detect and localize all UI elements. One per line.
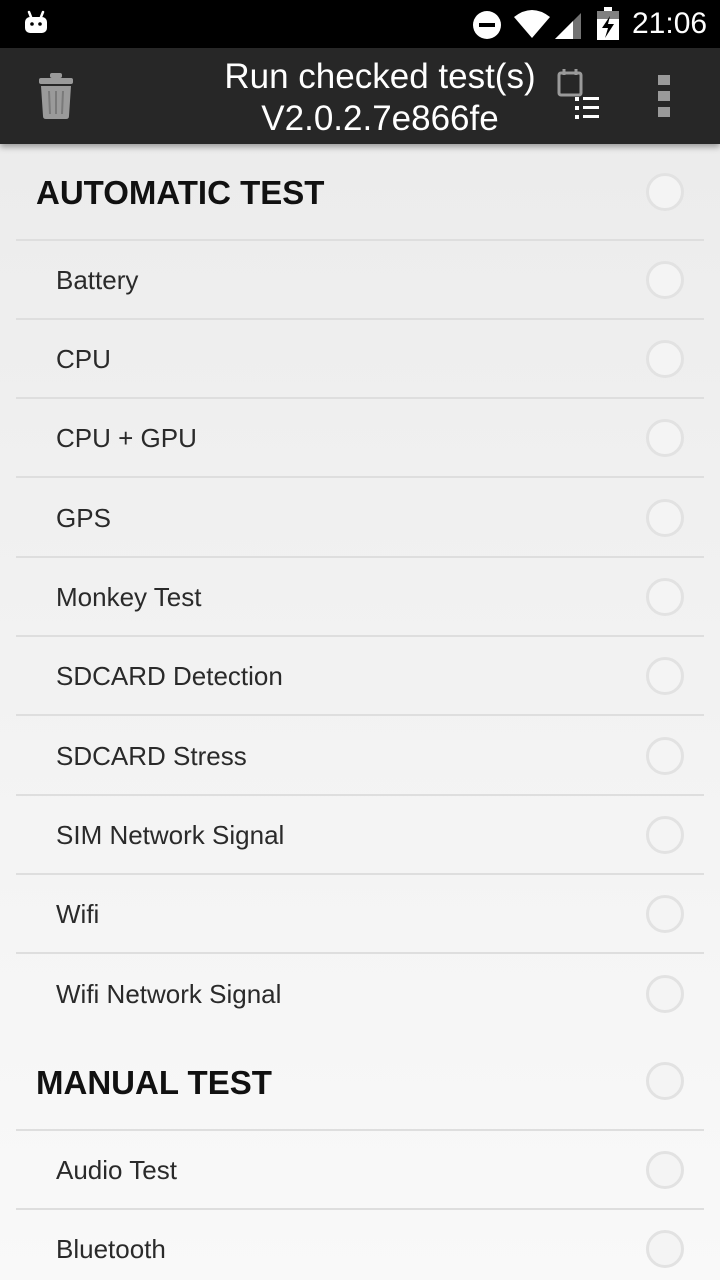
android-icon [25, 10, 47, 33]
test-radio[interactable] [646, 578, 684, 616]
test-radio[interactable] [646, 737, 684, 775]
list-item[interactable]: Battery [16, 241, 704, 320]
more-options-button[interactable] [640, 66, 688, 126]
section-title: AUTOMATIC TEST [36, 174, 325, 211]
list-item[interactable]: CPU + GPU [16, 399, 704, 478]
list-item[interactable]: Wifi Network Signal [16, 954, 704, 1034]
test-list: AUTOMATIC TEST Battery CPU CPU + GPU GPS… [0, 144, 720, 1280]
list-item[interactable]: SDCARD Detection [16, 637, 704, 716]
run-list-icon [557, 69, 599, 119]
list-item[interactable]: Audio Test [16, 1131, 704, 1210]
list-item[interactable]: SDCARD Stress [16, 716, 704, 796]
title-line-2: V2.0.2.7e866fe [261, 99, 499, 138]
test-radio[interactable] [646, 499, 684, 537]
test-label: Audio Test [56, 1155, 177, 1185]
section-header-automatic[interactable]: AUTOMATIC TEST [16, 144, 704, 241]
signal-icon [555, 13, 581, 39]
list-item[interactable]: SIM Network Signal [16, 796, 704, 875]
section-title: MANUAL TEST [36, 1064, 272, 1101]
test-label: Monkey Test [56, 582, 202, 612]
list-item[interactable]: GPS [16, 478, 704, 558]
list-item[interactable]: Wifi [16, 875, 704, 954]
test-label: Wifi [56, 899, 100, 929]
do-not-disturb-icon [473, 11, 501, 39]
test-radio[interactable] [646, 261, 684, 299]
test-label: Bluetooth [56, 1234, 166, 1264]
test-radio[interactable] [646, 1230, 684, 1268]
battery-charging-icon [597, 7, 619, 40]
more-vert-icon [658, 75, 670, 117]
list-item[interactable]: CPU [16, 320, 704, 399]
test-label: SDCARD Stress [56, 741, 247, 771]
test-label: Wifi Network Signal [56, 979, 282, 1009]
select-all-manual-radio[interactable] [646, 1062, 684, 1100]
test-radio[interactable] [646, 419, 684, 457]
list-item[interactable]: Bluetooth [16, 1210, 704, 1280]
test-label: GPS [56, 503, 111, 533]
test-label: SIM Network Signal [56, 820, 285, 850]
run-checked-tests-button[interactable] [548, 64, 608, 128]
title-line-1: Run checked test(s) [224, 57, 536, 96]
toolbar-title: Run checked test(s) V2.0.2.7e866fe [200, 56, 560, 140]
trash-icon [39, 73, 73, 119]
section-header-manual[interactable]: MANUAL TEST [16, 1034, 704, 1131]
select-all-automatic-radio[interactable] [646, 173, 684, 211]
test-label: Battery [56, 265, 139, 295]
test-label: CPU [56, 344, 111, 374]
status-bar: 21:06 [0, 0, 720, 48]
test-radio[interactable] [646, 340, 684, 378]
test-label: CPU + GPU [56, 423, 197, 453]
test-radio[interactable] [646, 895, 684, 933]
test-radio[interactable] [646, 816, 684, 854]
test-radio[interactable] [646, 975, 684, 1013]
status-time: 21:06 [632, 7, 708, 40]
app-toolbar: Run checked test(s) V2.0.2.7e866fe [0, 48, 720, 144]
test-radio[interactable] [646, 1151, 684, 1189]
test-radio[interactable] [646, 657, 684, 695]
list-item[interactable]: Monkey Test [16, 558, 704, 637]
test-label: SDCARD Detection [56, 661, 283, 691]
wifi-icon [514, 10, 550, 38]
delete-button[interactable] [28, 68, 84, 124]
